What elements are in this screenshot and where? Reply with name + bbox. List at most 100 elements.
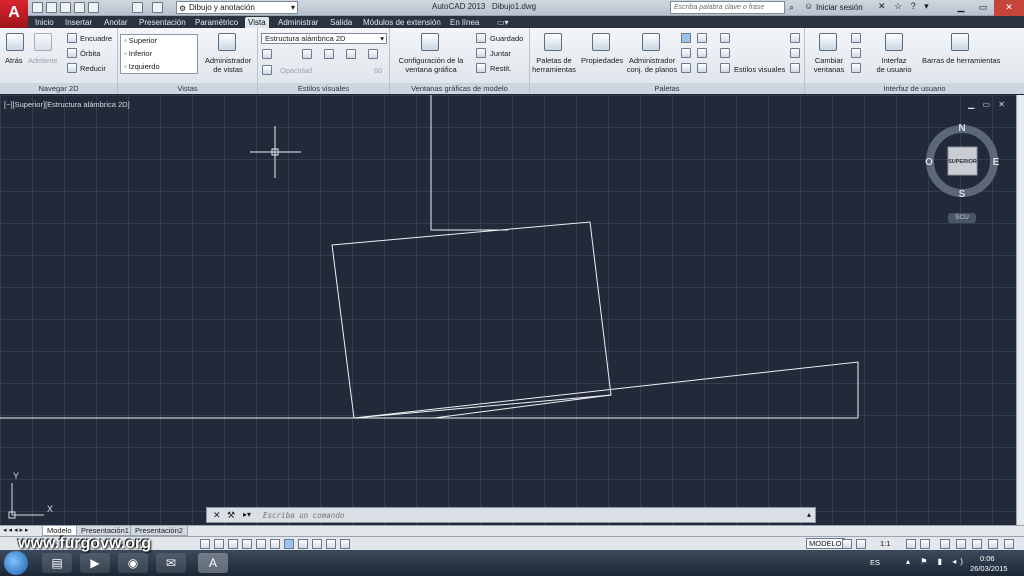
ribbon-options-icon[interactable]: ▭▾ [494, 17, 512, 28]
close-icon[interactable]: ✕ [213, 510, 221, 521]
named-viewport-icon[interactable] [476, 33, 486, 43]
material-icon[interactable] [368, 49, 378, 59]
properties-button[interactable]: Propiedades [581, 56, 623, 65]
chevron-up-icon[interactable]: ▴ [807, 510, 811, 519]
sheet-set-label-2[interactable]: conj. de planos [624, 65, 680, 74]
visual-style-dropdown[interactable]: Estructura alámbrica 2D ▾ [261, 33, 387, 44]
switch-windows-icon[interactable] [819, 33, 837, 51]
properties-icon[interactable] [592, 33, 610, 51]
save-icon[interactable] [60, 2, 71, 13]
quick-view-layouts-icon[interactable] [842, 539, 852, 549]
view-manager-label-1[interactable]: Administrador [202, 56, 254, 65]
command-prompt-icon[interactable]: ▸▾ [243, 510, 251, 519]
viewcube[interactable]: SUPERIOR N S E O [924, 123, 1000, 199]
tool-palettes-icon[interactable] [544, 33, 562, 51]
viewport-config-label-2[interactable]: ventana gráfica [392, 65, 470, 74]
close-icon[interactable]: ✕ [994, 0, 1024, 16]
join-icon[interactable] [476, 48, 486, 58]
model-viewport[interactable]: [−][Superior][Estructura alámbrica 2D] ▁… [0, 95, 1024, 536]
plot-icon[interactable] [88, 2, 99, 13]
viewport-config-icon[interactable] [421, 33, 439, 51]
zoom-icon[interactable] [67, 63, 77, 73]
tab-salida[interactable]: Salida [327, 17, 355, 28]
lineweight-icon[interactable] [298, 539, 308, 549]
palette-toggle-icon[interactable] [681, 33, 691, 43]
user-icon[interactable]: ☺ [804, 1, 813, 11]
annotation-scale[interactable]: 1:1 [880, 539, 890, 548]
cascade-icon[interactable] [851, 63, 861, 73]
tab-inicio[interactable]: Inicio [32, 17, 57, 28]
palette-icon-2[interactable] [697, 33, 707, 43]
palette-icon-7[interactable] [720, 33, 730, 43]
new-file-icon[interactable] [32, 2, 43, 13]
compass-north[interactable]: N [958, 123, 965, 134]
title-tool-icons[interactable]: ✕ ☆ ? ▾ [878, 1, 932, 12]
start-button[interactable] [4, 551, 28, 575]
transparency-icon[interactable] [312, 539, 322, 549]
hardware-accel-icon[interactable] [972, 539, 982, 549]
encuadre-button[interactable]: Encuadre [80, 34, 112, 43]
pan-icon[interactable] [67, 33, 77, 43]
viewport-config-label-1[interactable]: Configuración de la [392, 56, 470, 65]
orbit-icon[interactable] [67, 48, 77, 58]
model-space-button[interactable]: MODELO [806, 538, 845, 549]
signin-link[interactable]: Iniciar sesión [816, 3, 863, 12]
view-izquierdo[interactable]: ▫ Izquierdo [124, 62, 160, 71]
workspace-dropdown[interactable]: ⚙ Dibujo y anotación [176, 1, 298, 14]
isolate-icon[interactable] [988, 539, 998, 549]
tab-parametrico[interactable]: Paramétrico [192, 17, 241, 28]
dynamic-input-icon[interactable] [284, 539, 294, 549]
reducir-button[interactable]: Reducir [80, 64, 106, 73]
orbita-button[interactable]: Órbita [80, 49, 100, 58]
tab-modulos[interactable]: Módulos de extensión [360, 17, 444, 28]
palette-icon-11[interactable] [790, 63, 800, 73]
tab-presentacion[interactable]: Presentación [136, 17, 189, 28]
help-search-input[interactable]: Escriba palabra clave o frase [670, 1, 785, 14]
explorer-icon[interactable]: ▤ [42, 553, 72, 573]
grid-snap-icon[interactable] [200, 539, 210, 549]
redo-icon[interactable] [152, 2, 163, 13]
compass-south[interactable]: S [959, 189, 966, 199]
osnap-icon[interactable] [256, 539, 266, 549]
palette-icon-8[interactable] [720, 48, 730, 58]
toolbars-icon[interactable] [951, 33, 969, 51]
tool-palettes-label-1[interactable]: Paletas de [530, 56, 578, 65]
light-icon[interactable] [346, 49, 356, 59]
clean-screen-icon[interactable] [1004, 539, 1014, 549]
lock-icon[interactable] [956, 539, 966, 549]
view-manager-label-2[interactable]: de vistas [202, 65, 254, 74]
switch-windows-label-2[interactable]: ventanas [807, 65, 851, 74]
view-manager-icon[interactable] [218, 33, 236, 51]
open-file-icon[interactable] [46, 2, 57, 13]
juntar-button[interactable]: Juntar [490, 49, 511, 58]
media-player-icon[interactable]: ▶ [80, 553, 110, 573]
wrench-icon[interactable]: ⚒ [227, 510, 235, 521]
toolbars-button[interactable]: Barras de herramientas [922, 56, 1000, 65]
view-inferior[interactable]: ▫ Inferior [124, 49, 152, 58]
switch-windows-label-1[interactable]: Cambiar [807, 56, 851, 65]
system-tray-icons[interactable]: ▴ ⚑ ▮ ◂) [906, 557, 967, 566]
application-menu-button[interactable]: A [0, 0, 28, 28]
back-icon[interactable] [6, 33, 24, 51]
opacity-icon[interactable] [262, 65, 272, 75]
view-superior[interactable]: ▫ Superior [124, 36, 157, 45]
compass-east[interactable]: E [993, 157, 1000, 168]
shadow-icon[interactable] [302, 49, 312, 59]
tool-palettes-label-2[interactable]: herramientas [530, 65, 578, 74]
clock-time[interactable]: 0:06 [980, 554, 995, 563]
tab-insertar[interactable]: Insertar [62, 17, 95, 28]
views-list[interactable]: ▫ Superior ▫ Inferior ▫ Izquierdo [120, 34, 198, 74]
vertical-scrollbar[interactable] [1016, 95, 1024, 536]
minimize-icon[interactable]: ▁ [950, 0, 972, 16]
binoculars-icon[interactable]: ⌕ [789, 2, 794, 13]
restore-icon[interactable] [476, 63, 486, 73]
atras-button[interactable]: Atrás [5, 56, 23, 65]
palette-icon-5[interactable] [681, 63, 691, 73]
auto-scale-icon[interactable] [920, 539, 930, 549]
user-interface-label-1[interactable]: Interfaz [869, 56, 919, 65]
quick-view-drawings-icon[interactable] [856, 539, 866, 549]
guardado-button[interactable]: Guardado [490, 34, 523, 43]
visual-styles-button[interactable]: Estilos visuales [734, 65, 785, 74]
save-as-icon[interactable] [74, 2, 85, 13]
sheet-set-icon[interactable] [642, 33, 660, 51]
